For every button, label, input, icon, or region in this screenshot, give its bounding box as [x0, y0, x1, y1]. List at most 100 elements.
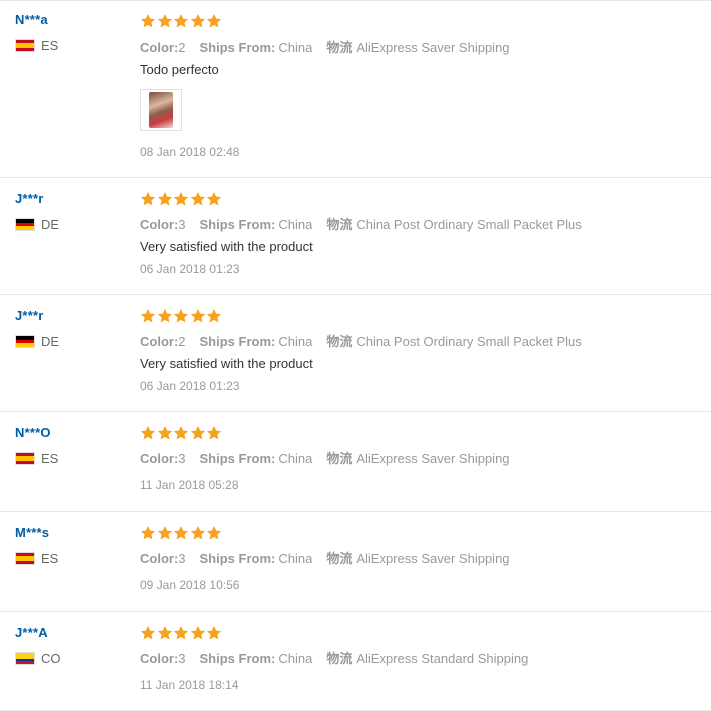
color-label: Color: [140, 651, 179, 666]
ships-from-value: China [278, 40, 313, 55]
order-info: Color:3 Ships From: China 物流 AliExpress Stan… [140, 648, 528, 667]
color-label: Color: [140, 551, 179, 566]
shipping-method: AliExpress Saver Shipping [356, 551, 510, 566]
review-text: Todo perfecto [140, 62, 219, 77]
color-label: Color: [140, 334, 179, 349]
shipping-label: 物流 [326, 217, 353, 232]
star-icon [206, 626, 222, 640]
user-country: DE [15, 334, 59, 349]
color-label: Color: [140, 217, 179, 232]
ships-from-value: China [278, 217, 313, 232]
color-value: 3 [178, 451, 186, 466]
star-icon [157, 309, 172, 323]
star-icon [140, 426, 156, 440]
photo-image [149, 92, 173, 128]
feedback-item: N***a ES Color:2 Ships From: China 物流 AliExpre… [0, 0, 711, 178]
shipping-method: AliExpress Saver Shipping [356, 451, 510, 466]
shipping-label: 物流 [326, 451, 353, 466]
country-flag-icon [15, 652, 35, 665]
color-label: Color: [140, 451, 179, 466]
feedback-item: J***r DE Color:3 Ships From: China 物流 China Po… [0, 177, 711, 295]
star-icon [190, 14, 205, 28]
country-flag-icon [15, 218, 35, 231]
order-info: Color:2 Ships From: China 物流 AliExpress Save… [140, 37, 510, 56]
star-icon [206, 309, 222, 323]
star-icon [206, 526, 222, 540]
user-name: J***r [15, 308, 44, 323]
star-icon [173, 14, 189, 28]
shipping-label: 物流 [326, 334, 353, 349]
color-label: Color: [140, 40, 179, 55]
star-icon [140, 309, 156, 323]
feedback-item: J***A CO Color:3 Ships From: China 物流 AliExpre… [0, 611, 711, 711]
star-icon [140, 626, 156, 640]
star-icon [190, 526, 205, 540]
color-value: 2 [178, 40, 186, 55]
review-photo-thumbnail[interactable] [140, 89, 182, 131]
user-country: ES [15, 551, 58, 566]
star-icon [190, 192, 205, 206]
star-rating [140, 191, 223, 207]
user-name: N***a [15, 12, 48, 27]
shipping-method: China Post Ordinary Small Packet Plus [356, 217, 582, 232]
color-value: 2 [178, 334, 186, 349]
user-name: J***r [15, 191, 44, 206]
star-icon [173, 526, 189, 540]
review-date: 09 Jan 2018 10:56 [140, 578, 240, 592]
star-rating [140, 13, 223, 29]
star-rating [140, 625, 223, 641]
ships-from-value: China [278, 551, 313, 566]
country-flag-icon [15, 552, 35, 565]
user-country: ES [15, 38, 58, 53]
order-info: Color:2 Ships From: China 物流 China Post Ordi… [140, 331, 582, 350]
country-code: ES [41, 451, 59, 466]
star-rating [140, 525, 223, 541]
color-value: 3 [178, 551, 186, 566]
star-icon [140, 192, 156, 206]
star-icon [157, 426, 172, 440]
user-country: DE [15, 217, 59, 232]
star-icon [190, 309, 205, 323]
star-icon [157, 192, 172, 206]
review-date: 08 Jan 2018 02:48 [140, 145, 240, 159]
review-date: 06 Jan 2018 01:23 [140, 379, 240, 393]
star-icon [173, 626, 189, 640]
color-value: 3 [178, 651, 186, 666]
review-date: 11 Jan 2018 18:14 [140, 678, 239, 692]
order-info: Color:3 Ships From: China 物流 China Post Ordi… [140, 214, 582, 233]
star-icon [173, 192, 189, 206]
order-info: Color:3 Ships From: China 物流 AliExpress Save… [140, 548, 510, 567]
ships-from-value: China [278, 334, 313, 349]
ships-from-label: Ships From: [199, 40, 276, 55]
ships-from-label: Ships From: [199, 217, 276, 232]
country-code: ES [41, 551, 59, 566]
order-info: Color:3 Ships From: China 物流 AliExpress Save… [140, 448, 510, 467]
country-code: DE [41, 217, 60, 232]
star-icon [157, 526, 172, 540]
star-icon [173, 426, 189, 440]
ships-from-label: Ships From: [199, 651, 276, 666]
star-icon [140, 526, 156, 540]
country-code: CO [41, 651, 61, 666]
ships-from-value: China [278, 651, 313, 666]
country-code: ES [41, 38, 59, 53]
shipping-method: AliExpress Standard Shipping [356, 651, 529, 666]
star-rating [140, 425, 223, 441]
ships-from-label: Ships From: [199, 451, 276, 466]
user-name: M***s [15, 525, 50, 540]
shipping-method: AliExpress Saver Shipping [356, 40, 510, 55]
ships-from-label: Ships From: [199, 551, 276, 566]
star-icon [206, 426, 222, 440]
color-value: 3 [178, 217, 186, 232]
review-text: Very satisfied with the product [140, 356, 313, 371]
user-country: CO [15, 651, 61, 666]
country-code: DE [41, 334, 60, 349]
star-rating [140, 308, 223, 324]
star-icon [173, 309, 189, 323]
star-icon [140, 14, 156, 28]
review-text: Very satisfied with the product [140, 239, 313, 254]
feedback-item: M***s ES Color:3 Ships From: China 物流 AliExpre… [0, 511, 711, 612]
feedback-item: N***O ES Color:3 Ships From: China 物流 AliExpre… [0, 411, 711, 512]
ships-from-value: China [278, 451, 313, 466]
star-icon [157, 626, 172, 640]
